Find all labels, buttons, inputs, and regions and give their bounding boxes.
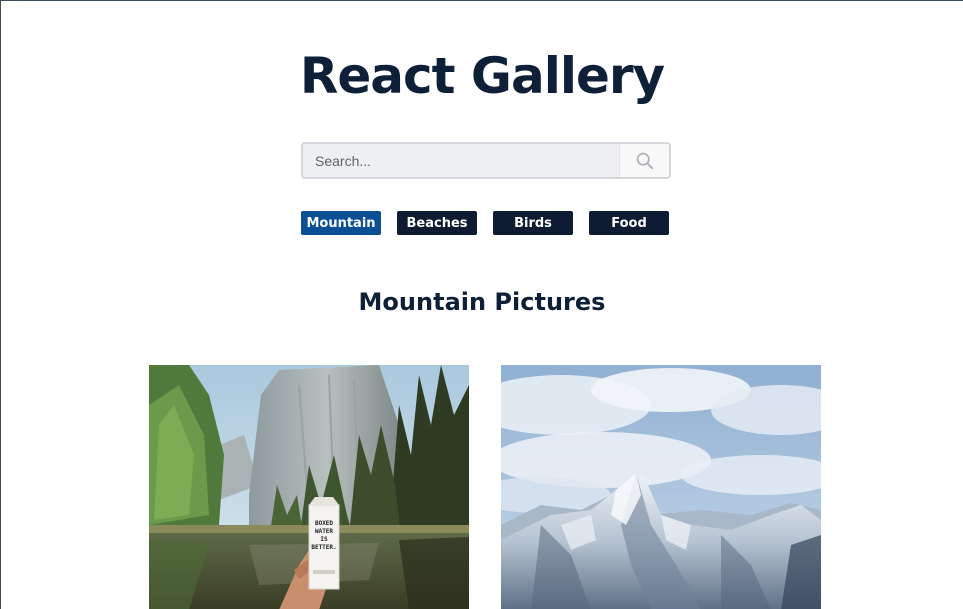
category-nav: Mountain Beaches Birds Food	[301, 211, 669, 235]
nav-beaches-button[interactable]: Beaches	[397, 211, 477, 235]
search-form	[301, 142, 671, 179]
search-input[interactable]	[303, 144, 619, 177]
snowy-peak-photo-image	[501, 365, 821, 609]
yosemite-photo-image: BOXED WATER IS BETTER.	[149, 365, 469, 609]
search-icon	[636, 152, 653, 169]
gallery-photo-yosemite[interactable]: BOXED WATER IS BETTER.	[149, 365, 469, 609]
nav-mountain-button[interactable]: Mountain	[301, 211, 381, 235]
page: React Gallery Mountain Beaches Birds Foo…	[1, 1, 963, 609]
page-title: React Gallery	[299, 47, 665, 105]
search-button[interactable]	[619, 144, 669, 177]
nav-birds-button[interactable]: Birds	[493, 211, 573, 235]
nav-food-button[interactable]: Food	[589, 211, 669, 235]
gallery-heading: Mountain Pictures	[358, 288, 606, 316]
gallery-photo-snowy-peak[interactable]	[501, 365, 821, 609]
